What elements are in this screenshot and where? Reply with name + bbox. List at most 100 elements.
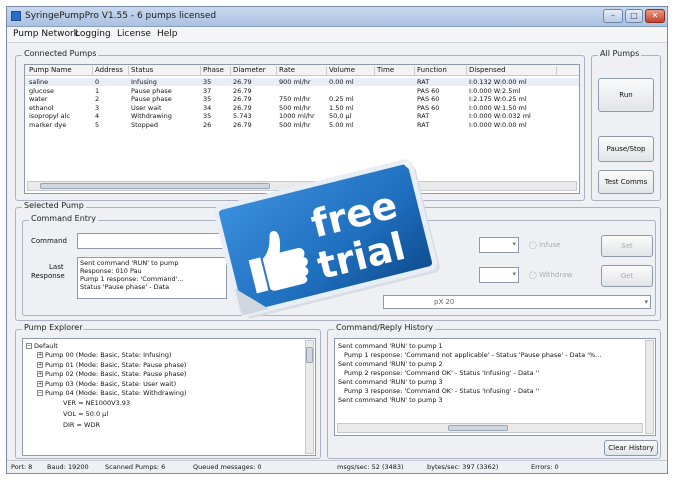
table-row[interactable]: ethanol 3 User wait 34 26.79 500 ml/hr 1.50 ml…: [25, 104, 579, 112]
table-cell: 0.00 ml: [329, 78, 354, 86]
tree-item-property[interactable]: DIR = WDR: [63, 421, 100, 429]
col-dispensed[interactable]: Dispensed: [467, 66, 557, 76]
tree-root[interactable]: − Default: [26, 342, 58, 350]
tree-item-property[interactable]: VOL = 50.0 µl: [63, 410, 108, 418]
table-cell: 1.50 ml: [329, 103, 354, 112]
vertical-scrollbar[interactable]: [305, 340, 314, 454]
withdraw-radio[interactable]: ◯ Withdraw: [529, 271, 572, 279]
scroll-thumb[interactable]: [448, 425, 508, 431]
history-line: Pump 3 response: 'Command OK' - Status '…: [344, 387, 540, 395]
infuse-radio[interactable]: ◯ Infuse: [529, 241, 560, 249]
menu-logging[interactable]: Logging: [75, 29, 111, 39]
table-cell: 500 ml/hr: [279, 120, 311, 129]
chevron-down-icon: ▾: [512, 270, 516, 278]
tree-item-pump[interactable]: + Pump 02 (Mode: Basic, State: Pause phas…: [37, 370, 186, 378]
status-errors: Errors: 0: [531, 463, 559, 471]
table-cell: 4: [95, 112, 100, 120]
col-volume[interactable]: Volume: [327, 66, 375, 76]
history-line: Sent command 'RUN' to pump 3: [338, 396, 443, 404]
tree-item-label: Pump 04 (Mode: Basic, State: Withdrawing…: [45, 389, 187, 397]
table-cell: 750 ml/hr: [279, 95, 311, 103]
scroll-thumb[interactable]: [306, 347, 313, 363]
collapse-icon[interactable]: −: [37, 390, 43, 396]
horizontal-scrollbar[interactable]: [337, 423, 643, 433]
param-select-1[interactable]: ▾: [479, 237, 519, 253]
pump-tree[interactable]: − Default + Pump 00 (Mode: Basic, State: I…: [22, 338, 316, 456]
menu-help[interactable]: Help: [157, 29, 178, 39]
table-cell: I:0.000 W:0.00 ml: [469, 120, 527, 129]
table-cell: saline: [29, 78, 49, 86]
tree-item-pump[interactable]: + Pump 01 (Mode: Basic, State: Pause phas…: [37, 361, 186, 369]
col-rate[interactable]: Rate: [277, 66, 327, 76]
table-cell: 1: [95, 86, 100, 95]
table-cell: marker dye: [29, 120, 67, 129]
tree-item-label: Pump 01 (Mode: Basic, State: Pause phase…: [45, 360, 187, 369]
expand-icon[interactable]: +: [37, 380, 43, 387]
expand-icon[interactable]: +: [37, 361, 43, 368]
col-function[interactable]: Function: [415, 66, 467, 76]
test-comms-button[interactable]: Test Comms: [598, 170, 654, 194]
tree-item-property[interactable]: VER = NE1000V3.93: [63, 399, 130, 407]
table-cell: I:0.000 W:0.032 ml: [469, 112, 531, 120]
all-pumps-group: All Pumps Run Pause/Stop Test Comms: [591, 49, 661, 201]
maximize-button[interactable]: □: [625, 9, 643, 23]
table-row[interactable]: water 2 Pause phase 35 26.79 750 ml/hr 0.25 ml…: [25, 95, 579, 103]
command-label: Command: [31, 237, 67, 245]
response-line: Sent command 'RUN' to pump: [80, 259, 179, 267]
table-cell: 35: [203, 95, 212, 103]
tree-item-pump[interactable]: − Pump 04 (Mode: Basic, State: Withdrawin…: [37, 389, 187, 397]
menu-license[interactable]: License: [117, 29, 151, 39]
free-trial-sticker[interactable]: free trial: [208, 155, 443, 325]
table-cell: Infusing: [131, 78, 157, 86]
table-row[interactable]: saline 0 Infusing 35 26.79 900 ml/hr 0.00 ml RA…: [25, 78, 579, 86]
pause-stop-button[interactable]: Pause/Stop: [598, 136, 654, 162]
set-button[interactable]: Set: [601, 235, 653, 257]
tree-item-pump[interactable]: + Pump 00 (Mode: Basic, State: Infusing): [37, 351, 172, 359]
col-pump-name[interactable]: Pump Name: [27, 66, 93, 76]
collapse-icon[interactable]: −: [26, 343, 32, 349]
col-status[interactable]: Status: [129, 66, 201, 76]
table-cell: 26.79: [233, 120, 252, 129]
table-cell: water: [29, 95, 48, 103]
response-line: Status 'Pause phase' - Data: [80, 283, 170, 291]
table-cell: Pause phase: [131, 95, 172, 103]
history-line: Pump 2 response: 'Command OK' - Status '…: [344, 369, 540, 377]
last-response-box: Sent command 'RUN' to pump Response: 010…: [77, 257, 227, 299]
command-entry-label: Command Entry: [29, 214, 98, 223]
history-group: Command/Reply History Sent command 'RUN'…: [327, 323, 661, 459]
tree-item-pump[interactable]: + Pump 03 (Mode: Basic, State: User wait): [37, 380, 176, 388]
table-cell: 5.743: [233, 112, 252, 120]
status-baud: Baud: 19200: [47, 463, 89, 471]
col-phase[interactable]: Phase: [201, 66, 231, 76]
table-cell: I:2.175 W:0.25 ml: [469, 95, 527, 103]
history-line: Sent command 'RUN' to pump 3: [338, 378, 443, 386]
response-label: Response: [31, 272, 65, 280]
table-row[interactable]: marker dye 5 Stopped 26 26.79 500 ml/hr 5.00 m…: [25, 121, 579, 129]
clear-history-button[interactable]: Clear History: [604, 440, 658, 456]
run-button[interactable]: Run: [598, 78, 654, 112]
param-select-2[interactable]: ▾: [479, 267, 519, 283]
tree-item-label: Pump 03 (Mode: Basic, State: User wait): [45, 379, 177, 388]
col-address[interactable]: Address: [93, 66, 129, 76]
col-diameter[interactable]: Diameter: [231, 66, 277, 76]
table-row[interactable]: isopropyl alc 4 Withdrawing 35 5.743 1000 ml/…: [25, 112, 579, 120]
chevron-down-icon: ▾: [644, 298, 648, 306]
table-row[interactable]: glucose 1 Pause phase 37 26.79 PAS 60 I:0.000 …: [25, 87, 579, 95]
expand-icon[interactable]: +: [37, 352, 43, 358]
table-cell: 1000 ml/hr: [279, 112, 315, 120]
window-title: SyringePumpPro V1.55 - 6 pumps licensed: [25, 11, 217, 21]
minimize-button[interactable]: –: [603, 9, 623, 23]
table-cell: 26.79: [233, 78, 252, 86]
history-log[interactable]: Sent command 'RUN' to pump 1 Pump 1 respo…: [334, 338, 656, 436]
menu-pump-network[interactable]: Pump Network: [13, 29, 79, 39]
table-cell: 0: [95, 78, 100, 86]
command-input[interactable]: [77, 233, 227, 249]
table-cell: RAT: [417, 112, 430, 120]
close-button[interactable]: ✕: [645, 9, 665, 23]
col-time[interactable]: Time: [375, 66, 415, 76]
vertical-scrollbar[interactable]: [645, 340, 654, 434]
table-header: Pump Name Address Status Phase Diameter …: [25, 65, 579, 76]
expand-icon[interactable]: +: [37, 371, 43, 377]
table-cell: 37: [203, 86, 212, 95]
get-button[interactable]: Get: [601, 265, 653, 287]
